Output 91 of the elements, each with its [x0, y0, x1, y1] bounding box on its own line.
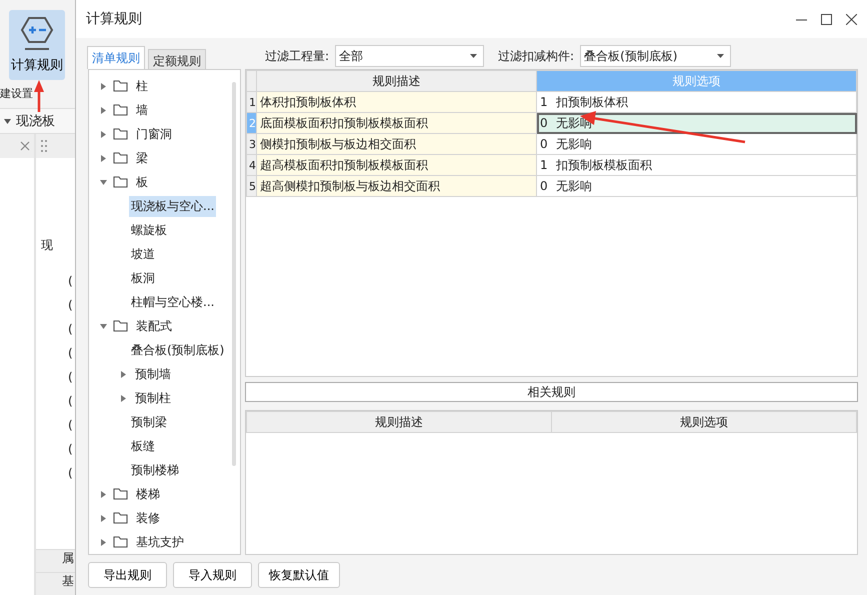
collapsed-caret-icon[interactable] [100, 106, 106, 114]
filter-label: 过滤工程量: [265, 48, 330, 64]
dialog-button[interactable]: 恢复默认值 [258, 562, 340, 588]
tree-item[interactable]: 柱 [134, 76, 150, 96]
tree-item[interactable]: 装修 [134, 508, 162, 528]
grip-icon[interactable] [41, 140, 47, 152]
dialog-button[interactable]: 导出规则 [88, 562, 167, 588]
tree-item[interactable]: 门窗洞 [134, 124, 174, 144]
section-header: 相关规则 [245, 382, 858, 402]
table-cell: 侧模扣预制板与板边相交面积 [256, 134, 536, 154]
caret-icon [4, 118, 11, 124]
tree-fragment: 现 [40, 237, 54, 254]
table-header: 规则描述 [256, 70, 536, 92]
calc-rules-button[interactable]: 计算规则 [9, 10, 65, 80]
tree-item[interactable]: 梁 [134, 148, 150, 168]
tree-item[interactable]: 楼梯 [134, 484, 162, 504]
window-title: 计算规则 [86, 10, 143, 28]
caret-icon [717, 54, 724, 58]
scrollbar[interactable] [232, 82, 236, 466]
list-fragment: ( [68, 394, 73, 408]
list-fragment: 属 [62, 551, 74, 565]
list-fragment: ( [68, 370, 73, 384]
collapsed-caret-icon[interactable] [100, 82, 106, 90]
list-fragment: ( [68, 274, 73, 288]
folder-icon [113, 152, 128, 164]
tree-item[interactable]: 装配式 [134, 316, 174, 336]
table-header: 规则描述 [246, 412, 552, 432]
tree-item[interactable]: 螺旋板 [129, 220, 169, 240]
tree-item[interactable]: 预制柱 [133, 388, 173, 408]
close-icon[interactable] [846, 14, 857, 24]
table-cell[interactable]: 1 扣预制板模板面积 [536, 154, 856, 176]
list-fragment: ( [68, 298, 73, 312]
row-number[interactable]: 5 [246, 176, 256, 196]
expanded-caret-icon[interactable] [100, 322, 106, 330]
dialog-button[interactable]: 导入规则 [173, 562, 252, 588]
folder-icon [113, 512, 128, 524]
list-fragment: ( [68, 322, 73, 336]
caret-icon [470, 54, 478, 58]
table-cell[interactable]: 0 无影响 [536, 134, 856, 154]
folder-icon [113, 104, 128, 116]
folder-icon [113, 536, 128, 548]
settings-label: 建设置 [0, 86, 33, 102]
tree-item[interactable]: 坡道 [129, 244, 157, 264]
component-dropdown[interactable]: 现浇板 [0, 108, 75, 134]
tree-item[interactable]: 现浇板与空心... [129, 196, 216, 216]
list-fragment: ( [68, 346, 73, 360]
table-cell[interactable]: 0 无影响 [536, 176, 856, 196]
maximize-icon[interactable] [821, 14, 832, 24]
list-fragment: 基 [62, 574, 74, 588]
folder-icon [113, 128, 128, 140]
collapsed-caret-icon[interactable] [120, 394, 126, 402]
tree-item[interactable]: 叠合板(预制底板) [129, 340, 226, 360]
row-number[interactable]: 4 [246, 154, 256, 176]
table-cell: 超高模板面积扣预制板模板面积 [256, 154, 536, 176]
list-fragment: ( [68, 442, 73, 456]
filter-label: 过滤扣减构件: [498, 48, 574, 64]
tree-item[interactable]: 板 [134, 172, 150, 192]
folder-icon [113, 320, 128, 332]
table-cell: 底面模板面积扣预制板模板面积 [256, 112, 536, 134]
table-header: 规则选项 [536, 70, 856, 92]
tab[interactable]: 清单规则 [87, 46, 145, 69]
folder-icon [113, 488, 128, 500]
collapsed-caret-icon[interactable] [100, 154, 106, 162]
plus-minus-hexagon-icon [20, 16, 54, 52]
collapsed-caret-icon[interactable] [100, 130, 106, 138]
tree-item[interactable]: 预制墙 [133, 364, 173, 384]
tree-item[interactable]: 柱帽与空心楼... [129, 292, 216, 312]
expanded-caret-icon[interactable] [100, 178, 106, 186]
row-number[interactable]: 3 [246, 134, 256, 154]
tab[interactable]: 定额规则 [148, 49, 206, 69]
table-cell: 体积扣预制板体积 [256, 92, 536, 112]
list-fragment: ( [68, 418, 73, 432]
folder-icon [113, 176, 128, 188]
tree-item[interactable]: 板缝 [129, 436, 157, 456]
filter-dropdown[interactable]: 叠合板(预制底板) [580, 45, 732, 67]
table-cell: 超高侧模扣预制板与板边相交面积 [256, 176, 536, 196]
collapsed-caret-icon[interactable] [100, 490, 106, 498]
tree-item[interactable]: 板洞 [129, 268, 157, 288]
folder-icon [113, 80, 128, 92]
collapsed-caret-icon[interactable] [100, 514, 106, 522]
list-fragment: ( [68, 466, 73, 480]
collapsed-caret-icon[interactable] [100, 538, 106, 546]
collapsed-caret-icon[interactable] [120, 370, 126, 378]
tree-item[interactable]: 墙 [134, 100, 150, 120]
tree-item[interactable]: 基坑支护 [134, 532, 186, 552]
tree-item[interactable]: 预制梁 [129, 412, 169, 432]
arrow-annotation [34, 80, 44, 112]
table-header: 规则选项 [552, 412, 856, 432]
row-number[interactable]: 1 [246, 92, 256, 112]
filter-dropdown[interactable]: 全部 [335, 45, 484, 67]
tree-item[interactable]: 预制楼梯 [129, 460, 181, 480]
